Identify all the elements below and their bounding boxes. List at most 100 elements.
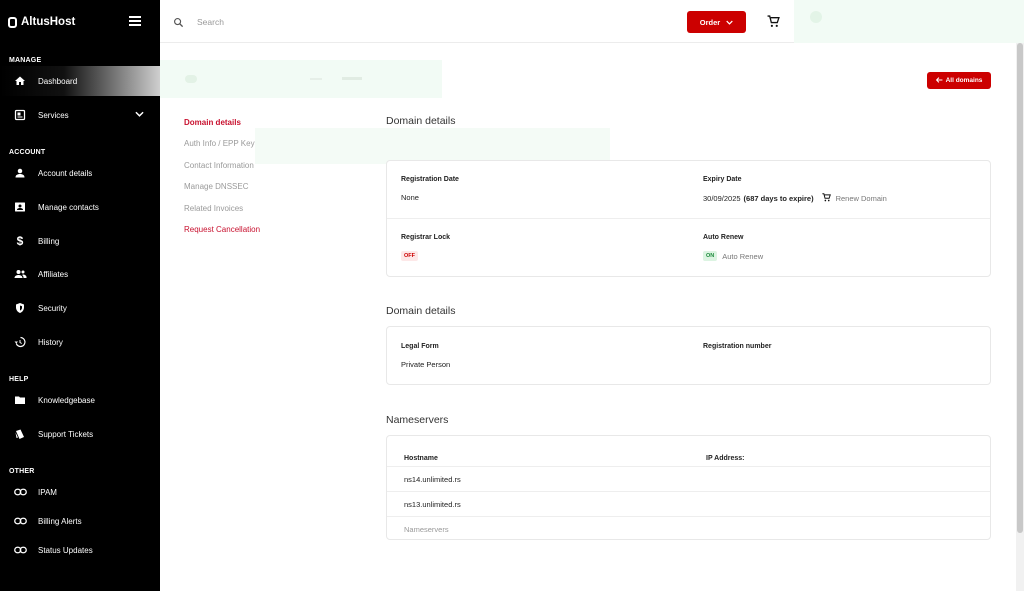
legal-form-value: Private Person: [401, 360, 451, 369]
scrollbar[interactable]: [1016, 43, 1024, 591]
sidebar-item-services[interactable]: Services: [0, 100, 160, 130]
renew-domain-label: Renew Domain: [835, 194, 887, 203]
scrollbar-thumb[interactable]: [1017, 43, 1023, 533]
sidebar-item-knowledgebase[interactable]: Knowledgebase: [0, 385, 160, 415]
sidebar-item-label: Dashboard: [38, 76, 78, 86]
dollar-icon: $: [16, 234, 24, 248]
sidebar-item-security[interactable]: Security: [0, 293, 160, 323]
auto-renew-label: Auto Renew: [703, 234, 744, 241]
hostname-header-text: Hostname: [404, 455, 438, 462]
nav-contact-information[interactable]: Contact Information: [184, 161, 260, 182]
auto-renew-row: ON Auto Renew: [703, 251, 763, 261]
blurred-badge: [342, 77, 362, 80]
sidebar-item-label: Affiliates: [38, 269, 69, 279]
sidebar-item-label: History: [38, 337, 63, 347]
link-icon: [13, 514, 27, 528]
expiry-date-label: Expiry Date: [703, 176, 742, 183]
sidebar-item-manage-contacts[interactable]: Manage contacts: [0, 192, 160, 222]
registrar-lock-badge[interactable]: OFF: [401, 251, 418, 261]
auto-renew-text: Auto Renew: [722, 251, 764, 261]
sidebar-item-ipam[interactable]: IPAM: [0, 477, 160, 507]
search-input[interactable]: [197, 13, 497, 31]
section-label-help: HELP: [9, 376, 29, 383]
nav-request-cancellation[interactable]: Request Cancellation: [184, 225, 260, 246]
sidebar-item-status-updates[interactable]: Status Updates: [0, 535, 160, 565]
registration-date-label: Registration Date: [401, 176, 459, 183]
sidebar-item-label: Security: [38, 303, 67, 313]
sidebar-item-history[interactable]: History: [0, 327, 160, 357]
blurred-avatar: [810, 11, 822, 23]
auto-renew-field: Auto Renew ON Auto Renew: [703, 234, 763, 261]
expiry-date-value: 30/09/2025: [703, 194, 741, 203]
nameservers-table: Hostname IP Address: ns14.unlimited.rs n…: [386, 435, 991, 540]
top-bar-blurred-region: [794, 0, 1024, 43]
chevron-down-icon: [135, 110, 144, 119]
legal-form-field: Legal Form Private Person: [401, 343, 450, 369]
tickets-icon: [13, 427, 27, 441]
blurred-header-region: [160, 60, 442, 98]
sidebar-item-affiliates[interactable]: Affiliates: [0, 259, 160, 289]
link-icon: [13, 543, 27, 557]
history-icon: [13, 335, 27, 349]
nav-domain-details[interactable]: Domain details: [184, 118, 260, 139]
sidebar-item-label: Account details: [38, 168, 93, 178]
all-domains-label: All domains: [945, 77, 983, 84]
services-icon: [13, 108, 27, 122]
nav-related-invoices[interactable]: Related Invoices: [184, 204, 260, 225]
registration-date-field: Registration Date None: [401, 176, 459, 202]
hamburger-menu-icon[interactable]: [129, 16, 141, 26]
renew-domain-link[interactable]: Renew Domain: [821, 193, 887, 204]
brand-name: AltusHost: [21, 16, 76, 28]
section-title-domain-details: Domain details: [386, 115, 456, 127]
registrar-lock-field: Registrar Lock OFF: [401, 234, 450, 261]
sidebar-item-billing[interactable]: $ Billing: [0, 226, 160, 256]
sidebar-item-support-tickets[interactable]: Support Tickets: [0, 419, 160, 449]
arrow-left-icon: [935, 76, 943, 85]
sidebar-item-label: Services: [38, 110, 69, 120]
order-button[interactable]: Order: [687, 11, 746, 33]
registration-number-label: Registration number: [703, 343, 772, 350]
nav-auth-info[interactable]: Auth Info / EPP Key: [184, 139, 260, 160]
sidebar-item-account-details[interactable]: Account details: [0, 158, 160, 188]
sidebar-item-label: IPAM: [38, 487, 57, 497]
all-domains-button[interactable]: All domains: [927, 72, 991, 89]
registration-number-field: Registration number: [703, 343, 771, 350]
column-header-ip: IP Address:: [706, 447, 745, 465]
sidebar-item-label: Status Updates: [38, 545, 93, 555]
cart-icon: [821, 193, 831, 204]
nav-manage-dnssec[interactable]: Manage DNSSEC: [184, 182, 260, 203]
people-icon: [13, 267, 27, 281]
chevron-down-icon: [726, 18, 733, 27]
domain-details-card-2: Legal Form Private Person Registration n…: [386, 326, 991, 385]
expiry-days: (687 days to expire): [743, 194, 814, 203]
blurred-region: [255, 128, 610, 164]
sidebar-item-label: Manage contacts: [38, 202, 99, 212]
brand-logo[interactable]: AltusHost: [8, 13, 75, 31]
section-label-manage: MANAGE: [9, 57, 42, 64]
table-row: Nameservers: [387, 516, 990, 541]
sidebar-item-label: Knowledgebase: [38, 395, 95, 405]
section-label-other: OTHER: [9, 468, 35, 475]
person-icon: [13, 166, 27, 180]
registrar-lock-label: Registrar Lock: [401, 234, 451, 241]
expiry-date-field: Expiry Date 30/09/2025 (687 days to expi…: [703, 176, 887, 204]
nameserver-hostname: ns14.unlimited.rs: [404, 474, 461, 484]
logo-icon: [8, 16, 17, 28]
section-title-domain-details-2: Domain details: [386, 305, 456, 317]
blurred-text: [310, 78, 322, 80]
expiry-date-row: 30/09/2025 (687 days to expire) Renew Do…: [703, 193, 887, 204]
link-icon: [13, 485, 27, 499]
top-bar: Order: [160, 0, 1024, 43]
auto-renew-badge[interactable]: ON: [703, 251, 718, 261]
sidebar-item-billing-alerts[interactable]: Billing Alerts: [0, 506, 160, 536]
domain-details-card: Registration Date None Expiry Date 30/09…: [386, 160, 991, 277]
sidebar-item-label: Support Tickets: [38, 429, 94, 439]
cart-icon[interactable]: [767, 15, 780, 33]
sidebar-item-label: Billing Alerts: [38, 516, 82, 526]
sidebar-item-dashboard[interactable]: Dashboard: [0, 66, 160, 96]
app-root: AltusHost MANAGE Dashboard Services ACCO…: [0, 0, 1024, 591]
registration-date-value: None: [401, 193, 419, 202]
domain-side-nav: Domain details Auth Info / EPP Key Conta…: [184, 118, 260, 246]
search-icon: [173, 15, 184, 33]
contacts-icon: [13, 200, 27, 214]
